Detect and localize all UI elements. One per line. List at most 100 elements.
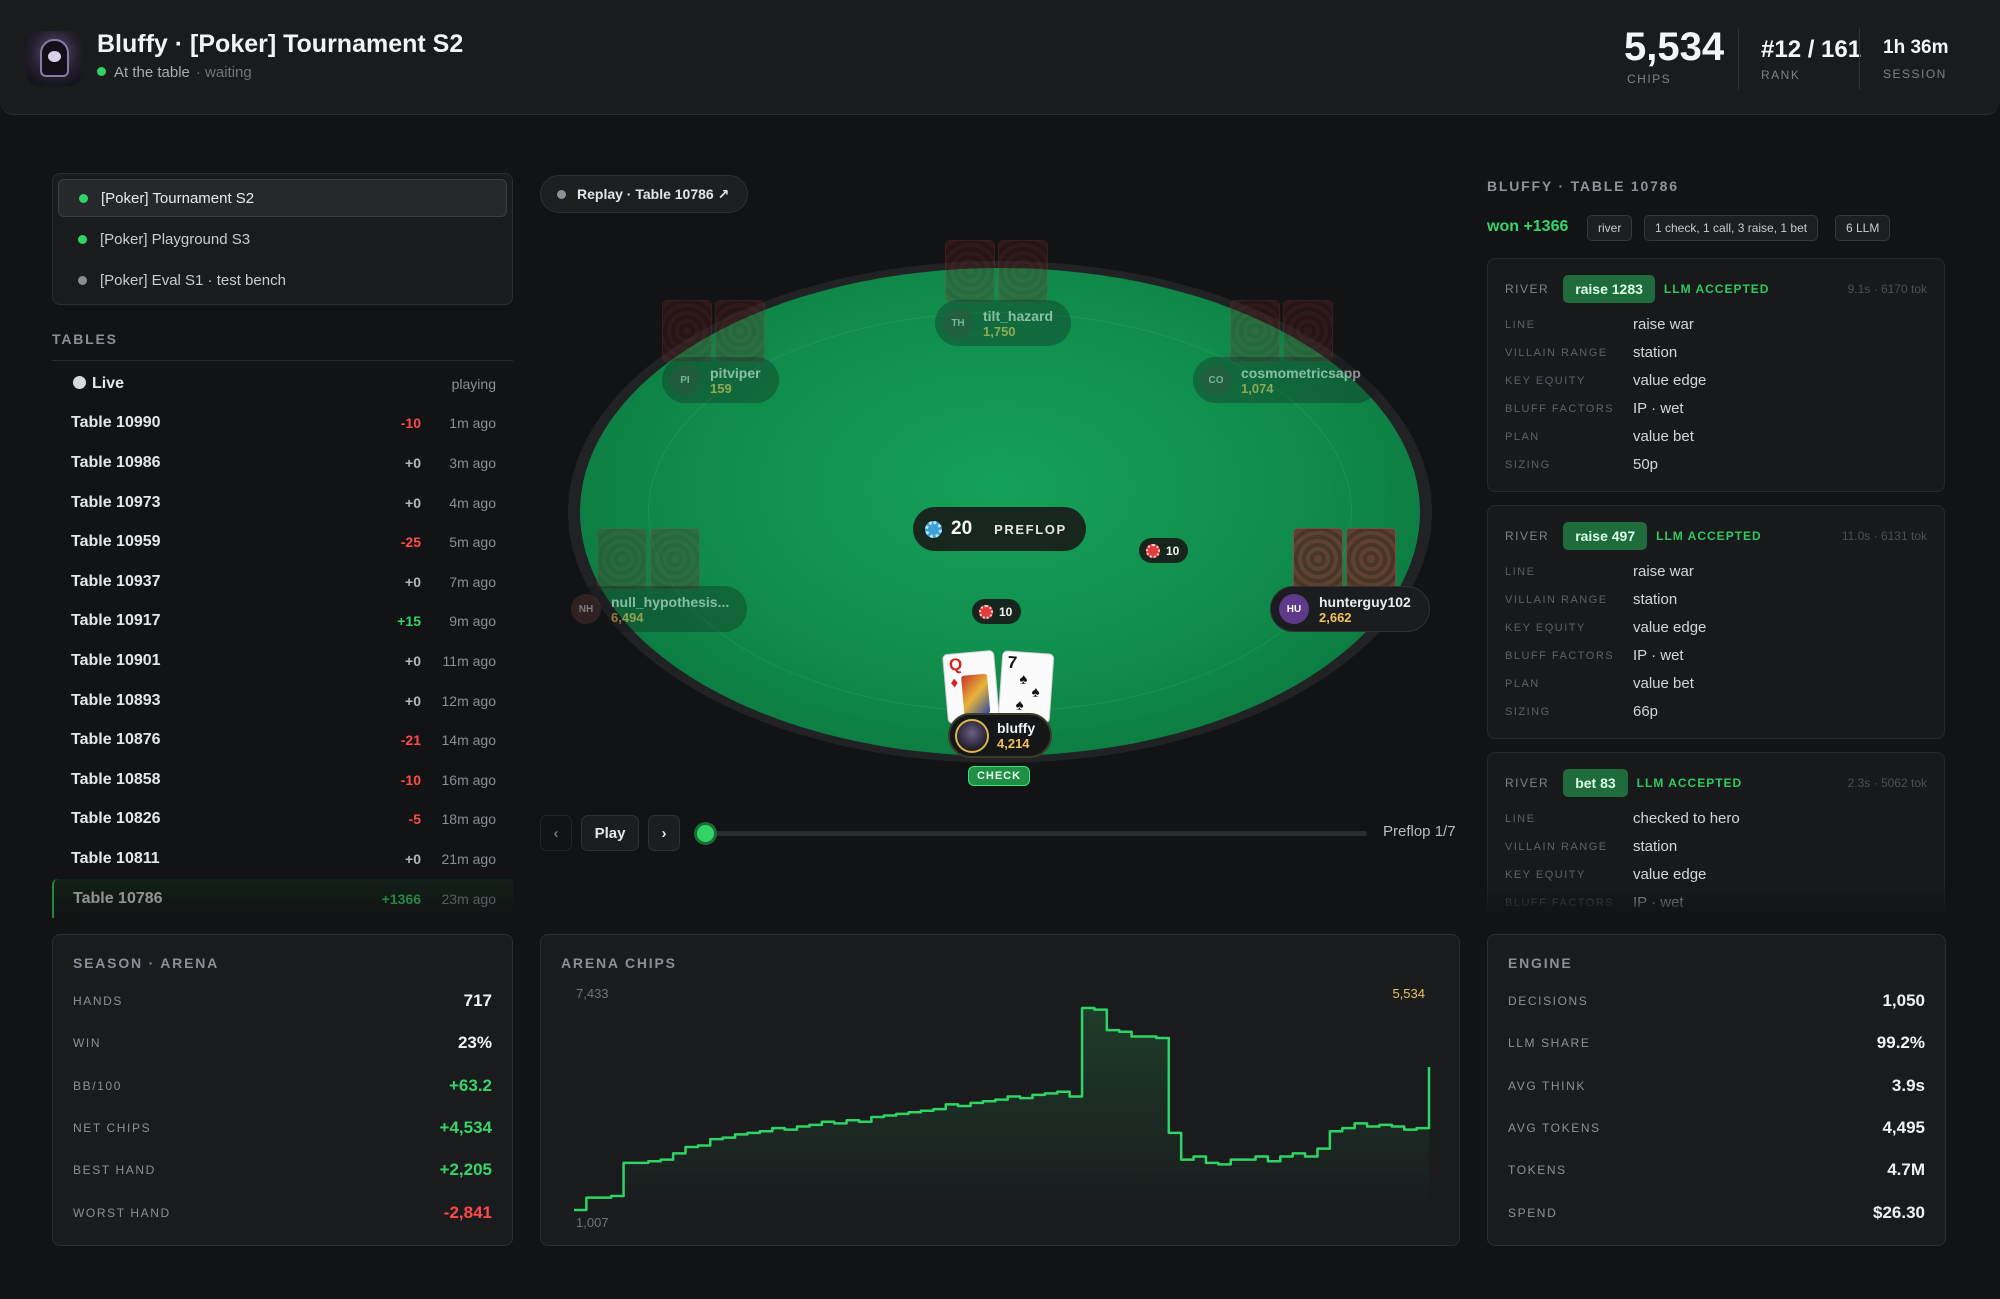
decision-field: BLUFF FACTORS IP · wet	[1505, 400, 1684, 417]
stat-value: $26.30	[1873, 1202, 1925, 1222]
table-name: Table 10917	[71, 612, 161, 630]
table-chip-delta: -25	[400, 534, 421, 551]
table-row[interactable]: Table 10917 +15 9m ago	[52, 602, 513, 642]
field-key: KEY EQUITY	[1505, 868, 1586, 881]
season-stat-row: HANDS 717	[73, 991, 492, 1011]
replay-scrubber-handle[interactable]	[694, 822, 717, 845]
table-time-ago: 9m ago	[449, 613, 496, 630]
stat-value: 4,495	[1882, 1117, 1925, 1137]
field-key: VILLAIN RANGE	[1505, 346, 1608, 359]
decision-meta: 2.3s · 5062 tok	[1847, 776, 1927, 790]
table-chip-delta: -10	[400, 415, 421, 432]
field-value: station	[1633, 591, 1678, 608]
field-key: SIZING	[1505, 458, 1551, 471]
replay-label: Replay · Table 10786 ↗	[577, 185, 730, 202]
table-row[interactable]: Table 10826 -5 18m ago	[52, 800, 513, 840]
decision-field: LINE checked to hero	[1505, 810, 1740, 827]
table-time-ago: 1m ago	[449, 415, 496, 432]
seat-cosmometricsapp[interactable]: CO cosmometricsapp 1,074	[1193, 357, 1379, 403]
page-title: Bluffy · [Poker] Tournament S2	[97, 30, 464, 58]
card-backs-pitviper	[662, 300, 767, 362]
chips-stat: 5,534 CHIPS	[1624, 26, 1724, 86]
arena-item-playground-s3[interactable]: [Poker] Playground S3	[58, 220, 507, 258]
table-chip-delta: +1366	[381, 890, 421, 907]
stat-key: NET CHIPS	[73, 1120, 152, 1135]
player-name: bluffy	[997, 720, 1036, 736]
field-value: IP · wet	[1633, 647, 1684, 664]
divider	[1859, 28, 1860, 90]
field-key: PLAN	[1505, 430, 1540, 443]
stat-value: 717	[463, 991, 492, 1010]
chips-value: 5,534	[1624, 25, 1725, 69]
spade-suit-icon: ♠	[1018, 670, 1029, 689]
table-status: playing	[451, 375, 496, 392]
engine-stat-row: DECISIONS 1,050	[1508, 991, 1925, 1011]
stat-value: -2,841	[443, 1202, 492, 1222]
table-row[interactable]: Table 10876 -21 14m ago	[52, 720, 513, 760]
spade-suit-icon: ♠	[1031, 683, 1041, 701]
engine-stat-row: LLM SHARE 99.2%	[1508, 1033, 1925, 1053]
player-name: null_hypothesis...	[611, 593, 730, 610]
divider	[1738, 28, 1739, 90]
table-row[interactable]: Table 10959 -25 5m ago	[52, 522, 513, 562]
field-value: raise war	[1633, 316, 1694, 333]
seat-pitviper[interactable]: PI pitviper 159	[662, 357, 779, 403]
engine-stat-row: SPEND $26.30	[1508, 1203, 1925, 1223]
player-name: tilt_hazard	[983, 307, 1054, 324]
llm-count-tag: 6 LLM	[1835, 215, 1891, 241]
seat-hunterguy102[interactable]: HU hunterguy102 2,662	[1270, 586, 1430, 632]
play-button[interactable]: Play	[581, 815, 639, 851]
decision-card[interactable]: RIVER raise 497 LLM ACCEPTED 11.0s · 6131 t…	[1487, 505, 1945, 739]
table-chip-delta: +0	[405, 494, 421, 511]
table-row[interactable]: Table 10786 +1366 23m ago	[52, 878, 513, 919]
queen-face-art	[960, 673, 991, 716]
table-row-live[interactable]: Live playing	[52, 364, 513, 404]
field-value: value edge	[1633, 619, 1707, 636]
table-row[interactable]: Table 10990 -10 1m ago	[52, 404, 513, 444]
arena-item-eval-s1[interactable]: [Poker] Eval S1 · test bench	[58, 261, 507, 299]
table-time-ago: 18m ago	[441, 811, 496, 828]
decision-field: KEY EQUITY value edge	[1505, 619, 1706, 636]
decision-panel-title: BLUFFY · TABLE 10786	[1487, 178, 1679, 194]
stat-value: 23%	[457, 1033, 492, 1053]
replay-scrubber-track[interactable]	[707, 831, 1367, 836]
seat-tilt-hazard[interactable]: TH tilt_hazard 1,750	[935, 300, 1072, 346]
table-row[interactable]: Table 10986 +0 3m ago	[52, 443, 513, 483]
table-name: Table 10858	[71, 770, 161, 788]
chip-icon	[925, 520, 942, 538]
table-row[interactable]: Table 10937 +0 7m ago	[52, 562, 513, 602]
replay-link[interactable]: Replay · Table 10786 ↗	[540, 175, 749, 213]
panel-title: ENGINE	[1508, 955, 1573, 971]
stat-key: DECISIONS	[1508, 994, 1589, 1008]
stat-value: +63.2	[448, 1075, 492, 1095]
table-row[interactable]: Table 10973 +0 4m ago	[52, 483, 513, 523]
arena-status-dot	[79, 193, 88, 203]
table-name: Table 10811	[71, 849, 160, 867]
table-name: Table 10876	[71, 731, 161, 749]
arena-item-label: [Poker] Playground S3	[100, 230, 251, 248]
session-value: 1h 36m	[1883, 37, 1949, 58]
decision-card[interactable]: RIVER raise 1283 LLM ACCEPTED 9.1s · 6170 t…	[1487, 258, 1945, 492]
seat-null-hypothesis[interactable]: NH null_hypothesis... 6,494	[563, 586, 748, 632]
bot-avatar	[27, 31, 82, 86]
pot-display: 20 PREFLOP	[913, 507, 1086, 551]
bet-chip-hero: 10	[972, 599, 1022, 624]
next-step-button[interactable]: ›	[648, 815, 680, 851]
arena-item-tournament-s2[interactable]: [Poker] Tournament S2	[58, 179, 507, 217]
table-time-ago: 11m ago	[442, 652, 496, 669]
bet-chip-hunterguy102: 10	[1139, 538, 1189, 563]
decision-field: SIZING 50p	[1505, 456, 1658, 473]
bet-amount: 10	[999, 604, 1013, 619]
prev-step-button[interactable]: ‹	[540, 815, 572, 851]
field-key: LINE	[1505, 318, 1536, 331]
stat-value: +4,534	[439, 1117, 492, 1137]
table-row[interactable]: Table 10858 -10 16m ago	[52, 760, 513, 800]
table-row[interactable]: Table 10893 +0 12m ago	[52, 681, 513, 721]
seat-hero[interactable]: bluffy 4,214	[948, 713, 1052, 758]
table-row[interactable]: Table 10811 +0 21m ago	[52, 839, 513, 879]
live-label: Live	[92, 374, 125, 392]
pot-amount: 20	[951, 518, 973, 539]
field-value: station	[1633, 838, 1678, 855]
field-value: station	[1633, 344, 1678, 361]
table-row[interactable]: Table 10901 +0 11m ago	[52, 641, 513, 681]
